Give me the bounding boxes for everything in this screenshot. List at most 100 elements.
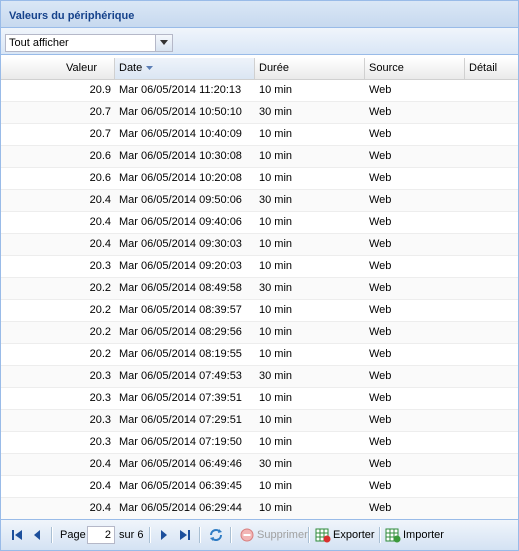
cell-detail	[465, 498, 518, 519]
cell-date: Mar 06/05/2014 10:40:09	[119, 128, 242, 140]
cell-valeur: 20.2	[89, 348, 111, 360]
prev-page-icon[interactable]	[30, 528, 44, 542]
panel-header: Valeurs du périphérique	[1, 1, 518, 28]
table-row[interactable]: 20.2 Mar 06/05/2014 08:39:57 10 min Web	[1, 300, 518, 322]
cell-detail	[465, 388, 518, 409]
table-row[interactable]: 20.4 Mar 06/05/2014 09:40:06 10 min Web	[1, 212, 518, 234]
toolbar-separator	[379, 527, 381, 543]
grid-body: 20.9 Mar 06/05/2014 11:20:13 10 min Web 20.7…	[1, 80, 518, 520]
cell-duree: 30 min	[259, 370, 293, 382]
column-header-detail[interactable]: Détail	[465, 58, 518, 79]
cell-duree: 10 min	[259, 84, 293, 96]
export-button[interactable]: Exporter	[315, 526, 375, 544]
delete-icon	[240, 528, 254, 542]
last-page-icon[interactable]	[178, 528, 192, 542]
cell-valeur: 20.6	[89, 172, 111, 184]
table-row[interactable]: 20.4 Mar 06/05/2014 06:29:44 10 min Web	[1, 498, 518, 520]
table-row[interactable]: 20.3 Mar 06/05/2014 07:29:51 10 min Web	[1, 410, 518, 432]
cell-source: Web	[369, 238, 392, 250]
cell-duree: 10 min	[259, 326, 293, 338]
import-button[interactable]: Importer	[385, 526, 444, 544]
panel-title: Valeurs du périphérique	[9, 10, 135, 22]
cell-source: Web	[369, 172, 392, 184]
cell-detail	[465, 322, 518, 343]
cell-date: Mar 06/05/2014 09:20:03	[119, 260, 242, 272]
cell-valeur: 20.4	[89, 216, 111, 228]
cell-source: Web	[369, 216, 392, 228]
cell-source: Web	[369, 502, 392, 514]
cell-valeur: 20.7	[89, 128, 111, 140]
cell-detail	[465, 146, 518, 167]
refresh-icon[interactable]	[208, 527, 224, 543]
cell-date: Mar 06/05/2014 08:29:56	[119, 326, 242, 338]
cell-date: Mar 06/05/2014 10:20:08	[119, 172, 242, 184]
table-row[interactable]: 20.9 Mar 06/05/2014 11:20:13 10 min Web	[1, 80, 518, 102]
delete-button[interactable]: Supprimer	[239, 526, 308, 544]
cell-source: Web	[369, 150, 392, 162]
table-row[interactable]: 20.4 Mar 06/05/2014 09:50:06 30 min Web	[1, 190, 518, 212]
cell-valeur: 20.4	[89, 458, 111, 470]
next-page-icon[interactable]	[157, 528, 171, 542]
table-row[interactable]: 20.4 Mar 06/05/2014 09:30:03 10 min Web	[1, 234, 518, 256]
column-header-date-label: Date	[119, 62, 143, 74]
toolbar-separator	[51, 527, 53, 543]
table-row[interactable]: 20.3 Mar 06/05/2014 07:49:53 30 min Web	[1, 366, 518, 388]
cell-duree: 10 min	[259, 238, 293, 250]
table-row[interactable]: 20.6 Mar 06/05/2014 10:20:08 10 min Web	[1, 168, 518, 190]
cell-detail	[465, 344, 518, 365]
table-row[interactable]: 20.3 Mar 06/05/2014 07:39:51 10 min Web	[1, 388, 518, 410]
cell-detail	[465, 102, 518, 123]
table-row[interactable]: 20.3 Mar 06/05/2014 09:20:03 10 min Web	[1, 256, 518, 278]
cell-duree: 10 min	[259, 260, 293, 272]
column-header-source[interactable]: Source	[365, 58, 465, 79]
pagination-toolbar: Page 2 sur 6 Supprimer Exporter Importer	[1, 519, 518, 550]
cell-valeur: 20.3	[89, 392, 111, 404]
table-row[interactable]: 20.2 Mar 06/05/2014 08:49:58 30 min Web	[1, 278, 518, 300]
chevron-down-icon	[160, 40, 168, 45]
table-row[interactable]: 20.7 Mar 06/05/2014 10:40:09 10 min Web	[1, 124, 518, 146]
filter-select-trigger[interactable]	[155, 35, 172, 51]
page-number-input[interactable]: 2	[87, 526, 115, 544]
table-row[interactable]: 20.4 Mar 06/05/2014 06:39:45 10 min Web	[1, 476, 518, 498]
cell-valeur: 20.2	[89, 326, 111, 338]
grid-header: Valeur Date Durée Source Détail	[1, 58, 518, 80]
column-header-date[interactable]: Date	[115, 58, 255, 79]
column-header-duree[interactable]: Durée	[255, 58, 365, 79]
cell-date: Mar 06/05/2014 09:30:03	[119, 238, 242, 250]
table-row[interactable]: 20.6 Mar 06/05/2014 10:30:08 10 min Web	[1, 146, 518, 168]
cell-source: Web	[369, 84, 392, 96]
table-row[interactable]: 20.7 Mar 06/05/2014 10:50:10 30 min Web	[1, 102, 518, 124]
table-row[interactable]: 20.4 Mar 06/05/2014 06:49:46 30 min Web	[1, 454, 518, 476]
page-count-label: sur 6	[119, 529, 144, 541]
cell-detail	[465, 300, 518, 321]
export-icon	[315, 528, 331, 543]
column-header-duree-label: Durée	[259, 62, 289, 74]
delete-button-label: Supprimer	[257, 529, 308, 541]
sort-desc-icon	[146, 66, 154, 71]
cell-date: Mar 06/05/2014 07:19:50	[119, 436, 242, 448]
import-button-label: Importer	[403, 529, 444, 541]
column-header-valeur-label: Valeur	[66, 62, 97, 74]
cell-source: Web	[369, 458, 392, 470]
cell-duree: 30 min	[259, 282, 293, 294]
cell-source: Web	[369, 392, 392, 404]
cell-detail	[465, 278, 518, 299]
toolbar-separator	[308, 527, 310, 543]
table-row[interactable]: 20.2 Mar 06/05/2014 08:19:55 10 min Web	[1, 344, 518, 366]
filter-select[interactable]: Tout afficher	[5, 34, 173, 52]
cell-date: Mar 06/05/2014 06:29:44	[119, 502, 242, 514]
cell-date: Mar 06/05/2014 09:40:06	[119, 216, 242, 228]
table-row[interactable]: 20.3 Mar 06/05/2014 07:19:50 10 min Web	[1, 432, 518, 454]
cell-valeur: 20.4	[89, 194, 111, 206]
cell-duree: 10 min	[259, 304, 293, 316]
first-page-icon[interactable]	[10, 528, 24, 542]
cell-duree: 10 min	[259, 480, 293, 492]
cell-duree: 10 min	[259, 150, 293, 162]
toolbar-separator	[230, 527, 232, 543]
column-header-valeur[interactable]: Valeur	[1, 58, 115, 79]
cell-duree: 10 min	[259, 348, 293, 360]
table-row[interactable]: 20.2 Mar 06/05/2014 08:29:56 10 min Web	[1, 322, 518, 344]
cell-valeur: 20.3	[89, 414, 111, 426]
cell-date: Mar 06/05/2014 10:30:08	[119, 150, 242, 162]
cell-valeur: 20.4	[89, 480, 111, 492]
